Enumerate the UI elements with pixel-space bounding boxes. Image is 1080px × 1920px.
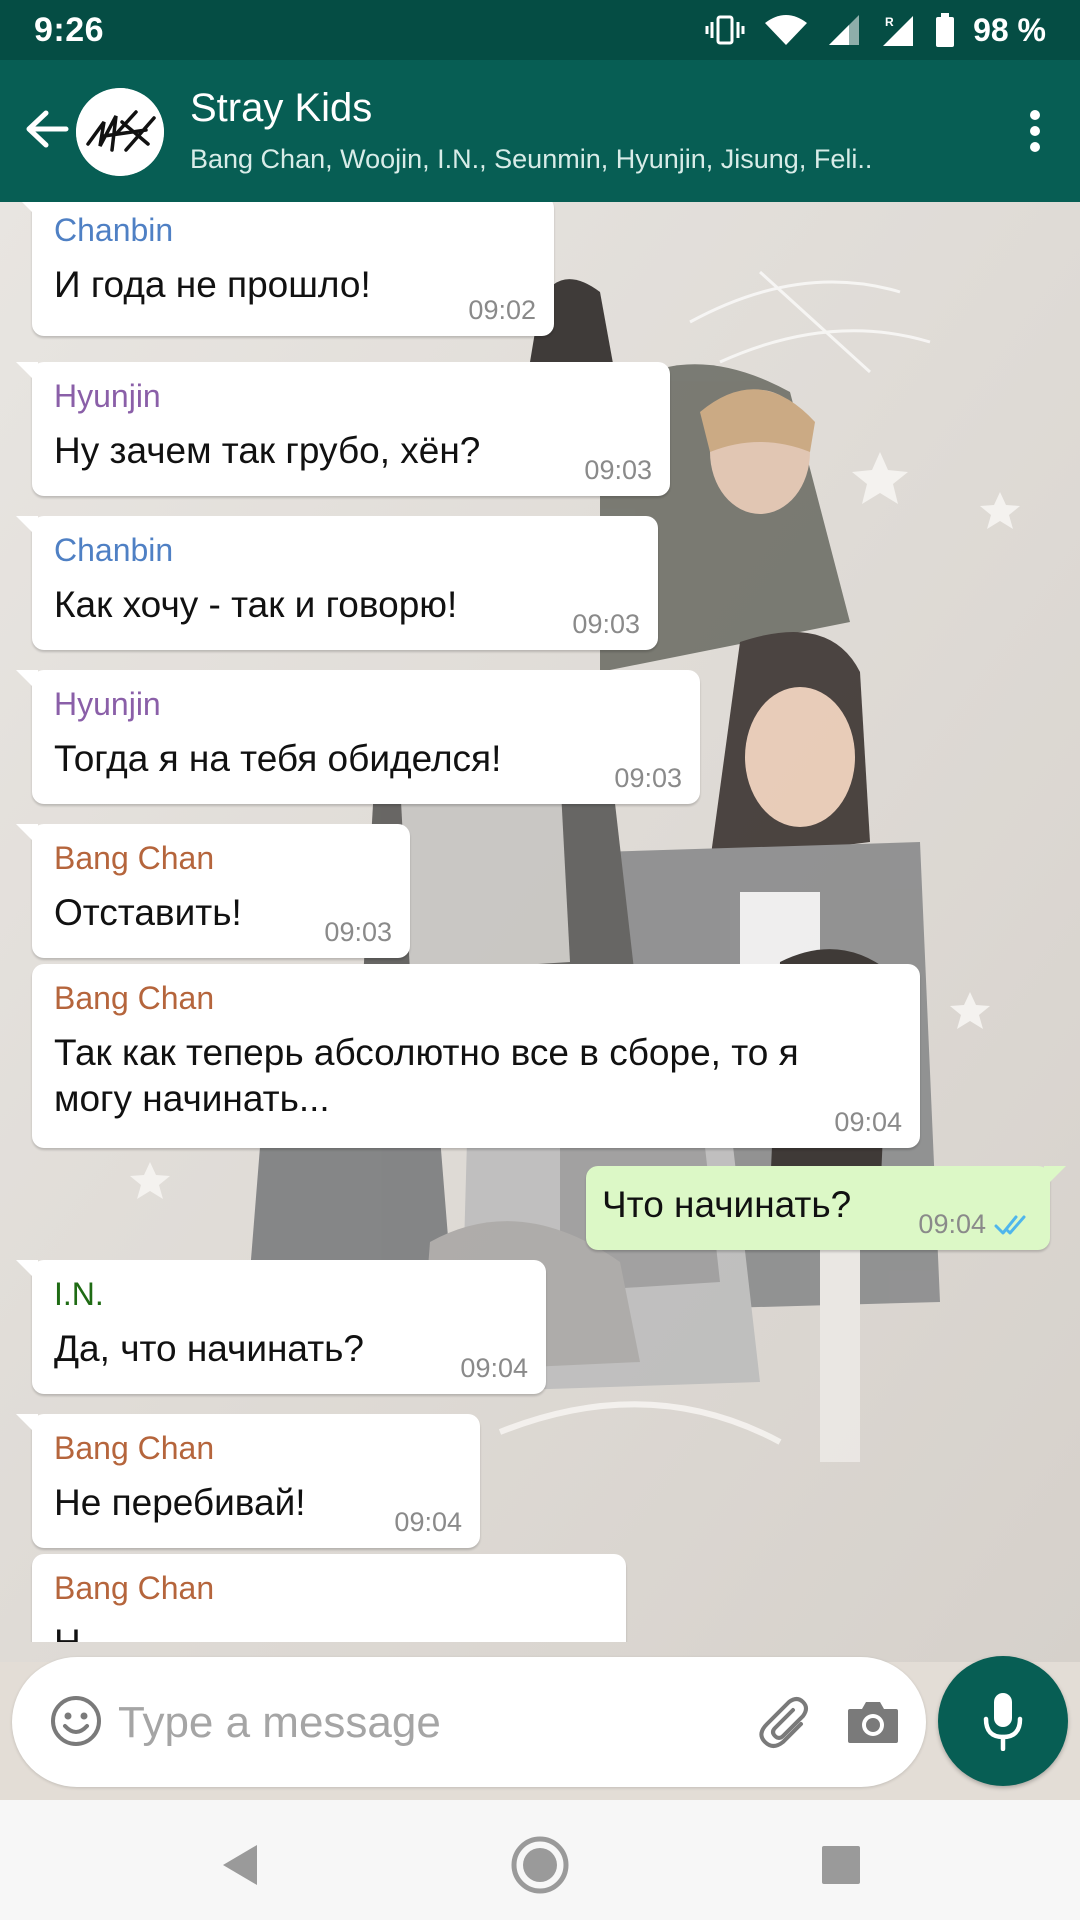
read-ticks-icon [994, 1215, 1026, 1234]
message-sender: Chanbin [54, 212, 174, 248]
message-bubble[interactable]: Hyunjin Тогда я на тебя обиделся! 09:03 [16, 670, 700, 804]
message-sender: Bang Chan [54, 980, 215, 1016]
status-bar: 9:26 R 98 % [0, 0, 1080, 60]
nav-back-button[interactable] [204, 1830, 274, 1900]
arrow-left-icon [26, 110, 69, 148]
message-text: Как хочу - так и говорю! [54, 584, 458, 625]
outgoing-message-bubble[interactable]: Что начинать? 09:04 [586, 1166, 1066, 1250]
system-navigation-bar [0, 1800, 1080, 1920]
message-text: Так как теперь абсолютно все в сборе, то… [54, 1032, 799, 1119]
battery-icon [936, 13, 955, 47]
message-bubble[interactable]: Bang Chan Отставить! 09:03 [16, 824, 410, 958]
message-text: Ну зачем так грубо, хён? [54, 430, 481, 471]
message-input[interactable] [116, 1691, 720, 1755]
message-sender: Bang Chan [54, 840, 215, 876]
message-time: 09:02 [468, 295, 536, 325]
nav-home-button[interactable] [505, 1830, 575, 1900]
message-composer [12, 1657, 926, 1787]
menu-button[interactable] [1006, 100, 1064, 162]
svg-text:R: R [885, 15, 894, 29]
message-sender: Chanbin [54, 532, 174, 568]
chat-title[interactable]: Stray Kids [190, 86, 372, 131]
nav-recents-button[interactable] [806, 1830, 876, 1900]
message-bubble[interactable]: Bang Chan Так как теперь абсолютно все в… [32, 964, 920, 1148]
message-time-status: 09:04 [918, 1209, 1032, 1240]
message-list[interactable]: Chanbin И года не прошло! 09:02 Hyunjin … [0, 202, 1080, 1642]
message-sender: I.N. [54, 1276, 104, 1312]
battery-percent: 98 % [973, 11, 1046, 48]
message-time: 09:04 [918, 1209, 986, 1239]
camera-button[interactable] [840, 1689, 906, 1755]
wifi-icon [765, 15, 808, 45]
status-time: 9:26 [34, 10, 105, 49]
microphone-icon [983, 1693, 1023, 1751]
message-time: 09:04 [394, 1507, 462, 1537]
stray-kids-logo [76, 88, 164, 176]
message-text: Да, что начинать? [54, 1328, 365, 1369]
camera-icon [848, 1702, 898, 1743]
message-text: Тогда я на тебя обиделся! [54, 738, 502, 779]
smiley-icon [51, 1696, 101, 1746]
paperclip-icon [759, 1697, 808, 1748]
message-time: 09:03 [324, 917, 392, 947]
message-text: Н [54, 1620, 604, 1642]
message-sender: Hyunjin [54, 686, 161, 722]
nav-home-icon [511, 1836, 569, 1894]
nav-back-icon [223, 1845, 257, 1885]
message-sender: Bang Chan [54, 1570, 215, 1606]
voice-record-button[interactable] [938, 1656, 1068, 1786]
message-bubble[interactable]: Bang Chan Не перебивай! 09:04 [16, 1414, 480, 1548]
message-bubble[interactable]: I.N. Да, что начинать? 09:04 [16, 1260, 546, 1394]
more-vert-icon [1030, 110, 1040, 152]
chat-header: Stray Kids Bang Chan, Woojin, I.N., Seun… [0, 60, 1080, 202]
message-text: И года не прошло! [54, 264, 371, 305]
message-bubble[interactable]: Chanbin Как хочу - так и говорю! 09:03 [16, 516, 658, 650]
signal-icon [829, 15, 860, 45]
signal-roaming-icon: R [883, 15, 914, 46]
status-icons: R 98 % [705, 12, 1046, 49]
attach-button[interactable] [752, 1689, 818, 1755]
vibrate-icon [705, 15, 745, 45]
message-sender: Bang Chan [54, 1430, 215, 1466]
message-time: 09:04 [834, 1107, 902, 1137]
message-bubble[interactable]: Bang Chan Н [32, 1554, 626, 1642]
back-button[interactable] [14, 96, 80, 162]
message-time: 09:04 [460, 1353, 528, 1383]
message-time: 09:03 [584, 455, 652, 485]
message-sender: Hyunjin [54, 378, 161, 414]
message-bubble[interactable]: Hyunjin Ну зачем так грубо, хён? 09:03 [16, 362, 670, 496]
group-avatar[interactable] [76, 88, 164, 176]
message-time: 09:03 [572, 609, 640, 639]
emoji-button[interactable] [46, 1691, 106, 1751]
chat-members[interactable]: Bang Chan, Woojin, I.N., Seunmin, Hyunji… [190, 144, 872, 175]
message-time: 09:03 [614, 763, 682, 793]
message-bubble[interactable]: Chanbin И года не прошло! 09:02 [16, 202, 554, 336]
nav-recents-icon [822, 1846, 860, 1884]
